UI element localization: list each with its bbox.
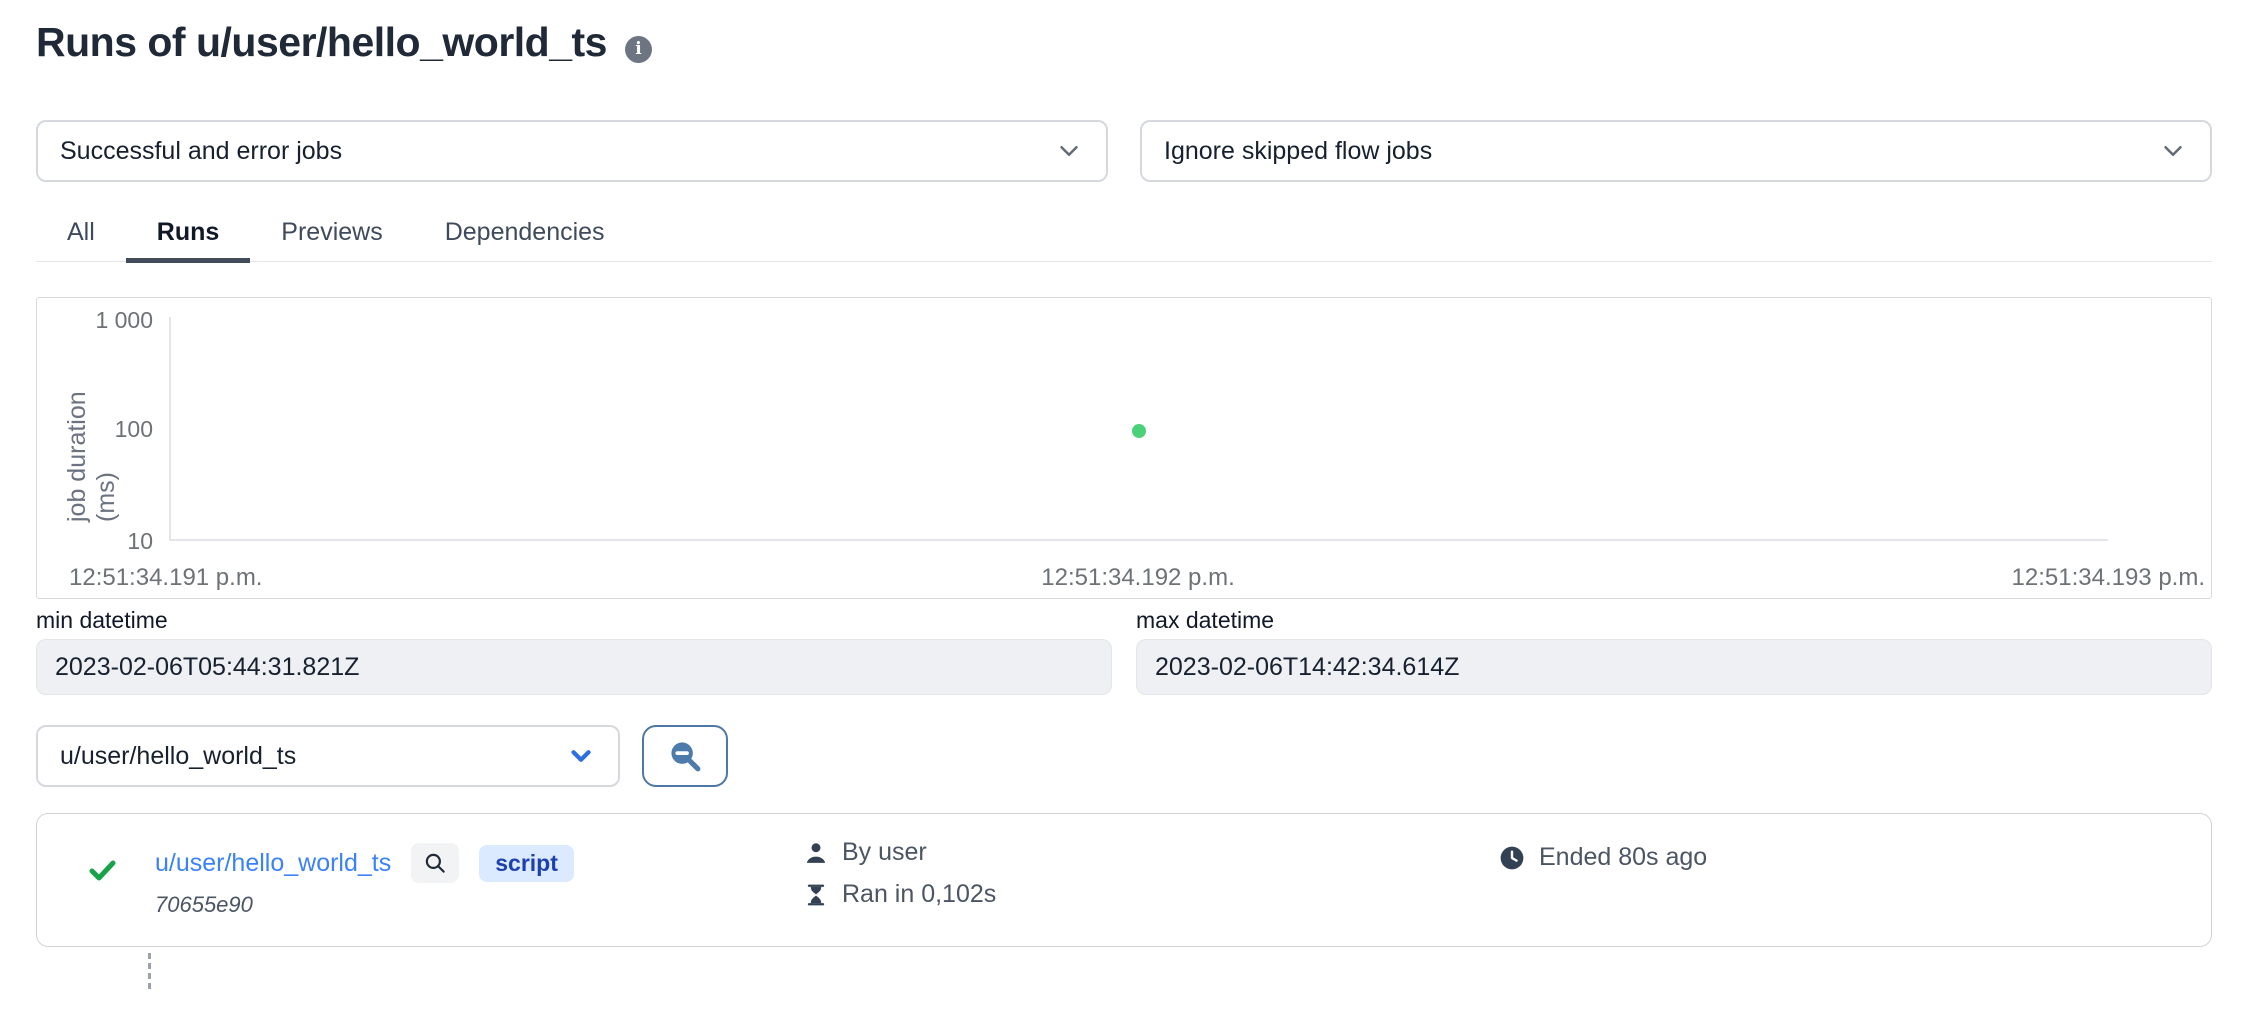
- clock-icon: [1499, 845, 1525, 871]
- x-tick-label: 12:51:34.191 p.m.: [69, 564, 262, 592]
- run-ended-label: Ended 80s ago: [1539, 843, 1707, 872]
- success-check-icon: [87, 855, 117, 885]
- datetime-filter-row: min datetime max datetime: [36, 607, 2212, 695]
- job-status-select[interactable]: Successful and error jobs: [36, 120, 1108, 182]
- tab-dependencies[interactable]: Dependencies: [414, 210, 636, 261]
- search-icon: [422, 850, 448, 876]
- filter-row: Successful and error jobs Ignore skipped…: [36, 120, 2212, 182]
- runs-page: Runs of u/user/hello_world_ts i Successf…: [0, 0, 2248, 1026]
- script-picker-row: u/user/hello_world_ts: [36, 725, 2212, 787]
- tab-bar: All Runs Previews Dependencies: [36, 210, 2212, 262]
- run-triggered-by-label: By user: [842, 838, 927, 867]
- runs-duration-chart[interactable]: job duration (ms) 1 000 100 10 12:51:34.…: [36, 297, 2212, 599]
- run-ended: Ended 80s ago: [1499, 843, 1707, 872]
- skipped-flow-select-value: Ignore skipped flow jobs: [1164, 137, 1432, 166]
- max-datetime-input[interactable]: [1136, 639, 2212, 695]
- script-path-select[interactable]: u/user/hello_world_ts: [36, 725, 620, 787]
- min-datetime-input[interactable]: [36, 639, 1112, 695]
- job-status-select-value: Successful and error jobs: [60, 137, 342, 166]
- search-icon: [665, 736, 705, 776]
- job-id: 70655e90: [155, 892, 574, 918]
- run-duration: Ran in 0,102s: [804, 880, 996, 909]
- x-tick-label: 12:51:34.192 p.m.: [1041, 564, 1234, 592]
- user-icon: [804, 841, 828, 865]
- tab-dependencies-label: Dependencies: [445, 218, 605, 246]
- run-data-point[interactable]: [1132, 424, 1146, 438]
- x-axis-line: [169, 539, 2108, 541]
- tab-previews-label: Previews: [281, 218, 382, 246]
- info-icon[interactable]: i: [625, 36, 652, 63]
- y-tick-label: 1 000: [61, 307, 153, 333]
- chevron-down-icon: [566, 741, 596, 771]
- run-list-item[interactable]: u/user/hello_world_ts script 70655e90 By…: [36, 813, 2212, 947]
- min-datetime-field: min datetime: [36, 607, 1112, 695]
- chevron-down-icon: [1054, 136, 1084, 166]
- tab-runs[interactable]: Runs: [126, 210, 251, 261]
- tab-runs-label: Runs: [157, 218, 220, 246]
- inspect-run-button[interactable]: [411, 843, 459, 883]
- run-meta: By user Ran in 0,102s: [804, 838, 996, 909]
- y-tick-label: 10: [61, 528, 153, 554]
- y-tick-label: 100: [61, 416, 153, 442]
- page-title: Runs of u/user/hello_world_ts: [36, 19, 607, 66]
- tab-previews[interactable]: Previews: [250, 210, 413, 261]
- timeline-connector: [148, 953, 151, 989]
- job-kind-badge: script: [479, 845, 574, 882]
- tab-all-label: All: [67, 218, 95, 246]
- script-path-select-value: u/user/hello_world_ts: [60, 742, 296, 771]
- hourglass-icon: [804, 883, 828, 907]
- page-header: Runs of u/user/hello_world_ts i: [36, 16, 2212, 68]
- max-datetime-label: max datetime: [1136, 607, 2212, 634]
- min-datetime-label: min datetime: [36, 607, 1112, 634]
- tab-all[interactable]: All: [36, 210, 126, 261]
- max-datetime-field: max datetime: [1136, 607, 2212, 695]
- chevron-down-icon: [2158, 136, 2188, 166]
- run-script-link[interactable]: u/user/hello_world_ts: [155, 849, 391, 878]
- y-axis-line: [169, 317, 171, 541]
- run-main-info: u/user/hello_world_ts script 70655e90: [155, 814, 574, 918]
- x-tick-label: 12:51:34.193 p.m.: [2012, 564, 2205, 592]
- run-triggered-by: By user: [804, 838, 996, 867]
- search-runs-button[interactable]: [642, 725, 728, 787]
- skipped-flow-select[interactable]: Ignore skipped flow jobs: [1140, 120, 2212, 182]
- run-duration-label: Ran in 0,102s: [842, 880, 996, 909]
